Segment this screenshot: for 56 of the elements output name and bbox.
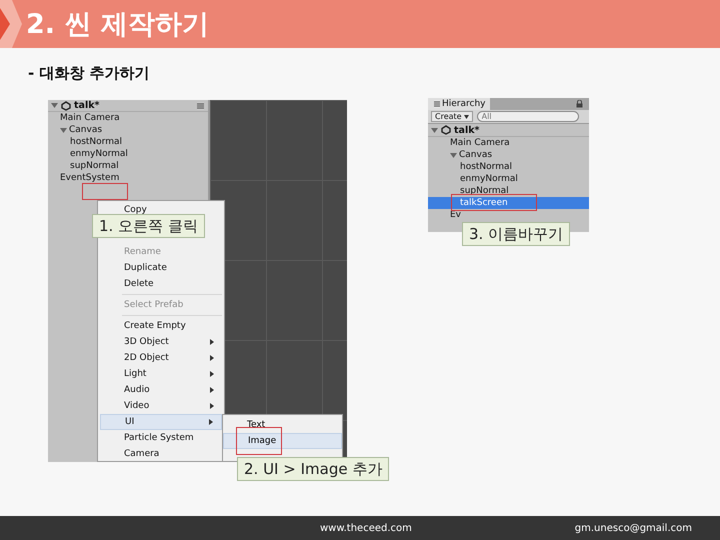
highlight-frame [82,183,128,200]
arrow-decoration-icon [0,0,22,48]
website-text: www.theceed.com [320,522,412,534]
callout-label: 3. 이름바꾸기 [462,222,570,246]
slide-title: 2. 씬 제작하기 [26,8,209,42]
hierarchy-item[interactable]: EventSystem [60,173,120,183]
submenu-arrow-icon [209,419,213,425]
hierarchy-item[interactable]: Canvas [428,149,589,161]
menu-item[interactable]: Camera [100,446,222,462]
lock-icon[interactable] [576,100,583,108]
hierarchy-item[interactable]: Canvas [69,125,102,135]
hierarchy-item[interactable]: supNormal [428,185,589,197]
caret-icon [464,114,469,118]
submenu-arrow-icon [210,371,214,377]
unity-logo-icon [61,100,71,110]
search-field[interactable]: All [476,111,579,122]
hierarchy-item[interactable]: Main Camera [428,137,589,149]
hierarchy-tab[interactable]: Hierarchy [428,98,490,110]
submenu-arrow-icon [210,355,214,361]
email-text: gm.unesco@gmail.com [574,522,692,534]
hierarchy-item[interactable]: supNormal [70,161,119,171]
menu-item[interactable]: Duplicate [100,260,222,276]
menu-item[interactable]: Image [223,433,342,449]
expand-arrow-icon [431,126,438,134]
highlight-frame [236,427,282,455]
menu-item[interactable]: Video [100,398,222,414]
menu-item[interactable]: 3D Object [100,334,222,350]
menu-item[interactable]: 2D Object [100,350,222,366]
expand-arrow-icon [51,102,58,109]
hierarchy-item[interactable]: hostNormal [428,161,589,173]
create-button[interactable]: Create [431,111,473,122]
hierarchy-item[interactable]: hostNormal [70,137,122,147]
hierarchy-item[interactable]: talkScreen [428,197,589,209]
menu-item[interactable]: Particle System [100,430,222,446]
scene-name: talk* [454,124,480,136]
scene-name: talk* [74,100,100,111]
list-icon [432,101,440,107]
submenu-arrow-icon [210,339,214,345]
menu-item[interactable]: Delete [100,276,222,292]
expand-arrow-icon[interactable] [60,126,67,134]
callout-label: 2. UI > Image 추가 [237,457,390,481]
menu-icon[interactable] [194,102,204,108]
hierarchy-item[interactable]: enmyNormal [70,149,128,159]
submenu-arrow-icon [210,403,214,409]
hierarchy-item[interactable]: enmyNormal [428,173,589,185]
slide-subtitle: - 대화창 추가하기 [28,64,150,83]
menu-item[interactable]: UI [100,414,222,430]
menu-item[interactable]: Light [100,366,222,382]
unity-logo-icon [441,125,451,135]
expand-arrow-icon[interactable] [450,152,457,158]
menu-item[interactable]: Text [223,417,342,433]
menu-item[interactable]: Create Empty [100,318,222,334]
hierarchy-item[interactable]: Main Camera [60,113,120,123]
callout-label: 1. 오른쪽 클릭 [92,214,205,238]
submenu-arrow-icon [210,387,214,393]
menu-item[interactable]: Audio [100,382,222,398]
